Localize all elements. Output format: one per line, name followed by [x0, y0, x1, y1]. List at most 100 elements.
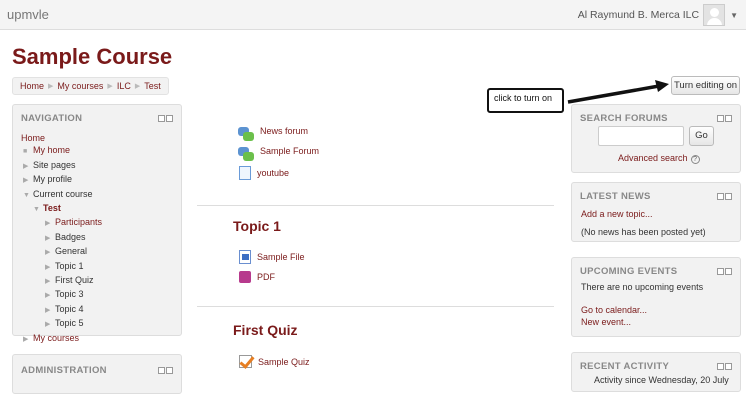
- expand-icon[interactable]: ▶: [45, 233, 55, 245]
- dock-icon[interactable]: [158, 367, 165, 374]
- top-navbar: upmvle Al Raymund B. Merca ILC ▼: [0, 0, 746, 30]
- activity-pdf[interactable]: PDF: [239, 271, 275, 283]
- breadcrumb-separator-icon: ▶: [48, 83, 54, 90]
- collapse-tree-icon[interactable]: ▼: [33, 204, 43, 216]
- collapse-icon[interactable]: [725, 363, 732, 370]
- activity-link[interactable]: youtube: [257, 168, 289, 178]
- navigation-block: NAVIGATION Home ■ My home ▶ Site pages ▶ My…: [12, 104, 182, 343]
- section-divider: [197, 306, 554, 307]
- block-controls[interactable]: [158, 115, 173, 122]
- nav-my-profile[interactable]: My profile: [33, 174, 72, 184]
- nav-general[interactable]: General: [55, 246, 87, 256]
- no-news-text: (No news has been posted yet): [581, 227, 706, 237]
- advanced-search-link[interactable]: Advanced search: [618, 153, 688, 163]
- activity-link[interactable]: Sample Quiz: [258, 357, 310, 367]
- block-controls[interactable]: [717, 268, 732, 275]
- nav-participants[interactable]: Participants: [55, 217, 102, 227]
- collapse-tree-icon[interactable]: ▼: [23, 190, 33, 202]
- annotation-callout: click to turn on: [487, 88, 564, 113]
- activity-link[interactable]: News forum: [260, 126, 308, 136]
- new-event-link[interactable]: New event...: [581, 317, 631, 327]
- activity-sample-forum[interactable]: Sample Forum: [238, 146, 319, 161]
- expand-icon[interactable]: ▶: [45, 276, 55, 288]
- collapse-icon[interactable]: [725, 268, 732, 275]
- expand-icon[interactable]: ▶: [23, 334, 33, 346]
- dock-icon[interactable]: [158, 115, 165, 122]
- navigation-tree: Home ■ My home ▶ Site pages ▶ My profile ▼ C…: [21, 132, 102, 346]
- nav-site-pages[interactable]: Site pages: [33, 160, 76, 170]
- expand-icon[interactable]: ▶: [45, 247, 55, 259]
- upcoming-events-heading: UPCOMING EVENTS: [580, 266, 678, 277]
- activity-sample-quiz[interactable]: Sample Quiz: [239, 355, 310, 368]
- activity-link[interactable]: Sample Forum: [260, 146, 319, 156]
- nav-home[interactable]: Home: [21, 133, 45, 143]
- collapse-icon[interactable]: [725, 193, 732, 200]
- block-controls[interactable]: [717, 193, 732, 200]
- section-title-topic-1: Topic 1: [233, 218, 281, 234]
- breadcrumb: Home ▶ My courses ▶ ILC ▶ Test: [12, 77, 169, 95]
- administration-heading: ADMINISTRATION: [21, 365, 107, 376]
- expand-icon[interactable]: ▶: [45, 290, 55, 302]
- expand-icon[interactable]: ▶: [23, 161, 33, 173]
- search-forums-heading: SEARCH FORUMS: [580, 113, 668, 124]
- user-menu[interactable]: Al Raymund B. Merca ILC ▼: [578, 4, 738, 26]
- nav-first-quiz[interactable]: First Quiz: [55, 275, 94, 285]
- forum-icon: [238, 126, 254, 141]
- user-name[interactable]: Al Raymund B. Merca ILC: [578, 9, 699, 21]
- no-events-text: There are no upcoming events: [581, 282, 704, 292]
- dock-icon[interactable]: [717, 115, 724, 122]
- block-controls[interactable]: [158, 367, 173, 374]
- dock-icon[interactable]: [717, 363, 724, 370]
- activity-link[interactable]: PDF: [257, 272, 275, 282]
- chevron-down-icon[interactable]: ▼: [730, 11, 738, 20]
- activity-sample-file[interactable]: Sample File: [239, 250, 305, 264]
- latest-news-block: LATEST NEWS Add a new topic... (No news …: [571, 182, 741, 242]
- block-controls[interactable]: [717, 363, 732, 370]
- nav-badges[interactable]: Badges: [55, 232, 86, 242]
- file-icon: [239, 250, 251, 264]
- go-to-calendar-link[interactable]: Go to calendar...: [581, 305, 647, 315]
- upcoming-events-block: UPCOMING EVENTS There are no upcoming ev…: [571, 257, 741, 337]
- activity-since-text: Activity since Wednesday, 20 July: [594, 375, 729, 385]
- forum-icon: [238, 146, 254, 161]
- block-controls[interactable]: [717, 115, 732, 122]
- nav-test[interactable]: Test: [43, 203, 61, 213]
- expand-icon[interactable]: ▶: [45, 305, 55, 317]
- nav-topic-1[interactable]: Topic 1: [55, 261, 84, 271]
- advanced-search-row: Advanced search?: [618, 153, 700, 164]
- recent-activity-heading: RECENT ACTIVITY: [580, 361, 670, 372]
- add-news-topic-link[interactable]: Add a new topic...: [581, 209, 653, 219]
- latest-news-heading: LATEST NEWS: [580, 191, 651, 202]
- search-forums-input[interactable]: [598, 126, 684, 146]
- breadcrumb-home[interactable]: Home: [20, 81, 44, 91]
- expand-icon[interactable]: ▶: [45, 319, 55, 331]
- breadcrumb-test[interactable]: Test: [144, 81, 161, 91]
- breadcrumb-ilc[interactable]: ILC: [117, 81, 131, 91]
- dock-icon[interactable]: [717, 268, 724, 275]
- nav-topic-3[interactable]: Topic 3: [55, 289, 84, 299]
- search-go-button[interactable]: Go: [689, 126, 714, 146]
- pdf-icon: [239, 271, 251, 283]
- expand-icon[interactable]: ▶: [45, 218, 55, 230]
- nav-topic-5[interactable]: Topic 5: [55, 318, 84, 328]
- breadcrumb-my-courses[interactable]: My courses: [57, 81, 103, 91]
- administration-block: ADMINISTRATION: [12, 354, 182, 394]
- activity-youtube[interactable]: youtube: [239, 166, 289, 180]
- dock-icon[interactable]: [717, 193, 724, 200]
- nav-my-home[interactable]: My home: [33, 145, 70, 155]
- nav-current-course[interactable]: Current course: [33, 189, 93, 199]
- activity-link[interactable]: Sample File: [257, 252, 305, 262]
- collapse-icon[interactable]: [166, 115, 173, 122]
- activity-news-forum[interactable]: News forum: [238, 126, 308, 141]
- expand-icon[interactable]: ▶: [45, 262, 55, 274]
- collapse-icon[interactable]: [725, 115, 732, 122]
- url-icon: [239, 166, 251, 180]
- site-brand[interactable]: upmvle: [7, 7, 49, 22]
- collapse-icon[interactable]: [166, 367, 173, 374]
- turn-editing-on-button[interactable]: Turn editing on: [671, 76, 740, 95]
- expand-icon[interactable]: ▶: [23, 175, 33, 187]
- help-icon[interactable]: ?: [690, 155, 700, 164]
- avatar[interactable]: [703, 4, 726, 26]
- nav-topic-4[interactable]: Topic 4: [55, 304, 84, 314]
- nav-my-courses[interactable]: My courses: [33, 333, 79, 343]
